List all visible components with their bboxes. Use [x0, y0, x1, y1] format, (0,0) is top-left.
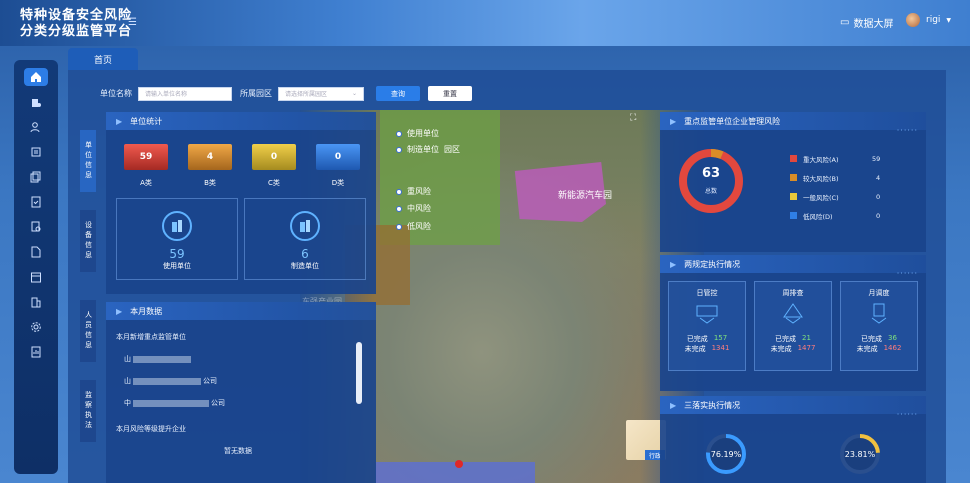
arrow-right-icon: ▶ [116, 306, 123, 316]
caret-down-icon: ▼ [946, 16, 952, 24]
chevron-down-icon: ⌄ [351, 90, 357, 97]
map-legend-mid-risk[interactable]: 中风险 [396, 203, 431, 214]
search-row: 单位名称 请输入单位名称 所属园区 请选择所属园区 ⌄ 查询 重置 [100, 86, 472, 101]
nav-copy-icon[interactable] [24, 168, 48, 186]
park-name-label: 新能源汽车园 [558, 191, 613, 201]
side-tab-supervision[interactable]: 监察执法 [80, 380, 96, 442]
query-button[interactable]: 查询 [376, 86, 420, 101]
weekly-check-card[interactable]: 周排查 已完成 21 未完成 1477 [754, 281, 832, 371]
monthly-title: 本月数据 [130, 306, 163, 316]
map-legend-use-unit[interactable]: 使用单位 [396, 128, 439, 139]
legend-d-value: 0 [876, 212, 881, 220]
side-tab-equipment-info[interactable]: 设备信息 [80, 210, 96, 272]
category-cubes: 59 A类 4 B类 0 C类 0 D类 [124, 144, 360, 188]
impl-rate-1-value: 76.19% [710, 450, 742, 459]
list-item[interactable]: 山 [124, 354, 193, 364]
arrow-right-icon: ▶ [670, 259, 677, 269]
app-title: 特种设备安全风险 分类分级监管平台 [20, 8, 132, 40]
warning-triangle-icon [755, 302, 831, 328]
category-a[interactable]: 59 A类 [124, 144, 168, 188]
two-rules-panel: ▶ 两规定执行情况 ······ 日管控 已完成 157 未完成 1341 周排查 已… [660, 255, 926, 391]
user-menu[interactable]: rigi ▼ [906, 13, 951, 27]
manufacturing-units-card[interactable]: 6 制造单位 [244, 198, 366, 280]
donut-ring [679, 149, 743, 213]
arrow-right-icon: ▶ [116, 116, 123, 126]
legend-d: 低风险(D) [790, 206, 890, 225]
nav-user-icon[interactable] [24, 118, 48, 136]
nav-calendar-icon[interactable] [24, 268, 48, 286]
list-item[interactable]: 山公司 [124, 376, 217, 386]
nav-list-icon[interactable] [24, 143, 48, 161]
nav-building-gear-icon[interactable] [24, 93, 48, 111]
legend-c-value: 0 [876, 193, 881, 201]
daily-control-card[interactable]: 日管控 已完成 157 未完成 1341 [668, 281, 746, 371]
username: rigi [926, 15, 941, 25]
unit-stats-title: 单位统计 [130, 116, 163, 126]
collapse-menu-icon[interactable]: ☰ [128, 17, 137, 28]
impl-rate-2-value: 23.81% [844, 450, 876, 459]
risk-total-label: 总数 [704, 188, 717, 195]
nav-file-icon[interactable] [24, 243, 48, 261]
list-item[interactable]: 中公司 [124, 398, 225, 408]
map-legend-low-risk[interactable]: 低风险 [396, 221, 431, 232]
monitor-icon: ▭ [840, 17, 850, 28]
building-icon [162, 211, 192, 241]
list-scrollbar[interactable] [356, 342, 362, 404]
arrow-right-icon: ▶ [670, 400, 677, 410]
use-units-card[interactable]: 59 使用单位 [116, 198, 238, 280]
side-tab-staff-info[interactable]: 人员信息 [80, 300, 96, 362]
two-rules-title: 两规定执行情况 [684, 259, 741, 269]
category-b[interactable]: 4 B类 [188, 144, 232, 188]
risk-panel: ▶ 重点监管单位企业管理风险 ······ 63 总数 重大风险(A) 较大风险(… [660, 112, 926, 252]
side-tab-unit-info[interactable]: 单位信息 [80, 130, 96, 192]
avatar [906, 13, 920, 27]
fullscreen-icon[interactable]: ⛶ [630, 113, 636, 123]
nav-report-icon[interactable] [24, 343, 48, 361]
legend-a-value: 59 [872, 155, 881, 163]
big-screen-link[interactable]: ▭ 数据大屏 [840, 15, 893, 30]
app-title-line2: 分类分级监管平台 [20, 24, 133, 39]
park-select[interactable]: 请选择所属园区 ⌄ [278, 86, 364, 101]
risk-panel-title: 重点监管单位企业管理风险 [684, 116, 781, 126]
reset-button[interactable]: 重置 [428, 86, 472, 101]
unit-name-label: 单位名称 [100, 89, 132, 98]
side-nav [14, 60, 58, 474]
app-title-line1: 特种设备安全风险 [20, 8, 133, 23]
monthly-panel: ▶ 本月数据 本月新增重点监管单位 山 山公司 中公司 本月风险等级提升企业 暂无… [106, 302, 376, 483]
legend-c: 一般风险(C) [790, 187, 890, 206]
map-legend-major-risk[interactable]: 重风险 [396, 186, 431, 197]
no-data-text: 暂无数据 [224, 447, 252, 455]
monthly-dispatch-card[interactable]: 月调度 已完成 36 未完成 1462 [840, 281, 918, 371]
legend-b-value: 4 [876, 174, 881, 182]
park-label: 所属园区 [240, 89, 272, 98]
tab-home[interactable]: 首页 [68, 48, 138, 70]
more-dots: ······ [896, 126, 918, 135]
document-icon [841, 302, 917, 328]
risk-up-title: 本月风险等级提升企业 [116, 425, 186, 433]
nav-company-icon[interactable] [24, 293, 48, 311]
risk-total-value: 63 [701, 166, 721, 181]
header-bar [0, 0, 970, 46]
nav-home-icon[interactable] [24, 68, 48, 86]
new-units-title: 本月新增重点监管单位 [116, 333, 186, 341]
nav-doc-check-icon[interactable] [24, 193, 48, 211]
legend-b: 较大风险(B) [790, 168, 890, 187]
unit-stats-panel: ▶ 单位统计 59 A类 4 B类 0 C类 0 D类 59 使用单位 6 制造单… [106, 112, 376, 294]
factory-building-icon [290, 211, 320, 241]
map-marker-red[interactable] [455, 460, 463, 468]
category-d[interactable]: 0 D类 [316, 144, 360, 188]
nav-doc-search-icon[interactable] [24, 218, 48, 236]
three-impl-panel: ▶ 三落实执行情况 ······ 76.19% 23.81% [660, 396, 926, 483]
arrow-right-icon: ▶ [670, 116, 677, 126]
unit-name-input[interactable]: 请输入单位名称 [138, 86, 232, 101]
three-impl-title: 三落实执行情况 [684, 400, 741, 410]
nav-settings-icon[interactable] [24, 318, 48, 336]
map-legend-manu-unit[interactable]: 制造单位 园区 [396, 144, 460, 155]
category-c[interactable]: 0 C类 [252, 144, 296, 188]
monitor-check-icon [669, 302, 745, 328]
risk-donut-chart [679, 149, 743, 213]
